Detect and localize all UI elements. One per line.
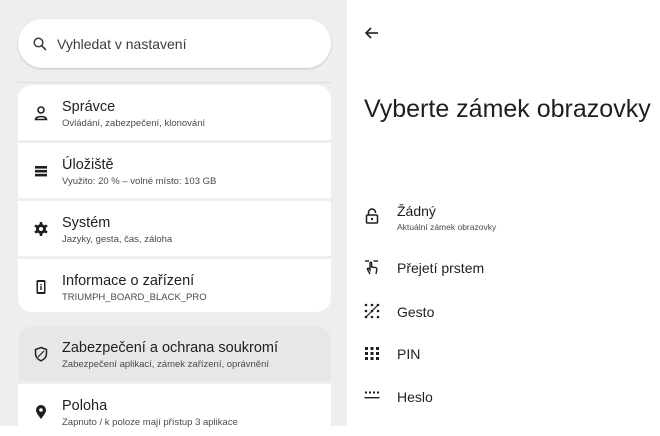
sidebar-item-title: Úložiště: [62, 157, 114, 173]
settings-group: Zabezpečení a ochrana soukromí Zabezpeče…: [18, 326, 331, 436]
device-info-icon: [33, 279, 49, 295]
shield-icon: [33, 346, 49, 362]
lock-option-password[interactable]: Heslo: [347, 376, 660, 416]
sidebar-item-subtitle: Využito: 20 % – volné místo: 103 GB: [62, 176, 217, 187]
pin-icon: [363, 344, 381, 362]
sidebar-item-security[interactable]: Zabezpečení a ochrana soukromí Zabezpeče…: [18, 326, 331, 381]
sidebar-item-subtitle: Zapnuto / k poloze mají přístup 3 aplika…: [62, 417, 238, 428]
lock-option-pattern[interactable]: Gesto: [347, 290, 660, 330]
password-icon: [363, 386, 381, 404]
sidebar-item-location[interactable]: Poloha Zapnuto / k poloze mají přístup 3…: [18, 384, 331, 436]
settings-sidebar: Vyhledat v nastavení Správce Ovládání, z…: [0, 0, 347, 436]
sidebar-item-subtitle: Ovládání, zabezpečení, klonování: [62, 118, 206, 129]
search-bar[interactable]: Vyhledat v nastavení: [18, 19, 331, 68]
unlocked-icon: [363, 207, 381, 225]
sidebar-item-title: Systém: [62, 215, 111, 231]
sidebar-item-title: Zabezpečení a ochrana soukromí: [62, 340, 279, 356]
sidebar-item-title: Správce: [62, 99, 116, 115]
location-icon: [33, 404, 49, 420]
search-input[interactable]: Vyhledat v nastavení: [57, 36, 186, 52]
sidebar-item-spravce[interactable]: Správce Ovládání, zabezpečení, klonování: [18, 85, 331, 140]
option-title: PIN: [397, 346, 421, 362]
page-title: Vyberte zámek obrazovky: [364, 95, 651, 123]
back-arrow-icon[interactable]: [363, 24, 381, 42]
sidebar-item-system[interactable]: Systém Jazyky, gesta, čas, záloha: [18, 201, 331, 256]
pattern-icon: [363, 302, 381, 320]
option-title: Gesto: [397, 304, 435, 320]
person-icon: [33, 105, 49, 121]
storage-icon: [33, 163, 49, 179]
lock-option-swipe[interactable]: Přejetí prstem: [347, 248, 660, 288]
sidebar-item-title: Poloha: [62, 398, 108, 414]
gear-icon: [33, 221, 49, 237]
settings-group: Správce Ovládání, zabezpečení, klonování…: [18, 85, 331, 312]
search-icon: [32, 36, 48, 52]
sidebar-item-subtitle: TRIUMPH_BOARD_BLACK_PRO: [62, 292, 207, 303]
option-title: Přejetí prstem: [397, 260, 485, 276]
sidebar-item-subtitle: Jazyky, gesta, čas, záloha: [62, 234, 173, 245]
lock-option-none[interactable]: Žádný Aktuální zámek obrazovky: [347, 197, 660, 237]
lock-option-pin[interactable]: PIN: [347, 332, 660, 372]
sidebar-item-title: Informace o zařízení: [62, 273, 195, 289]
divider: [18, 82, 331, 83]
screen-lock-panel: Vyberte zámek obrazovky Žádný Aktuální z…: [347, 0, 660, 426]
sidebar-item-uloziste[interactable]: Úložiště Využito: 20 % – volné místo: 10…: [18, 143, 331, 198]
sidebar-item-subtitle: Zabezpečení aplikací, zámek zařízení, op…: [62, 359, 270, 370]
option-title: Žádný: [397, 203, 436, 219]
option-title: Heslo: [397, 389, 433, 405]
sidebar-item-device-info[interactable]: Informace o zařízení TRIUMPH_BOARD_BLACK…: [18, 259, 331, 312]
swipe-icon: [363, 258, 381, 276]
option-subtitle: Aktuální zámek obrazovky: [397, 222, 497, 232]
